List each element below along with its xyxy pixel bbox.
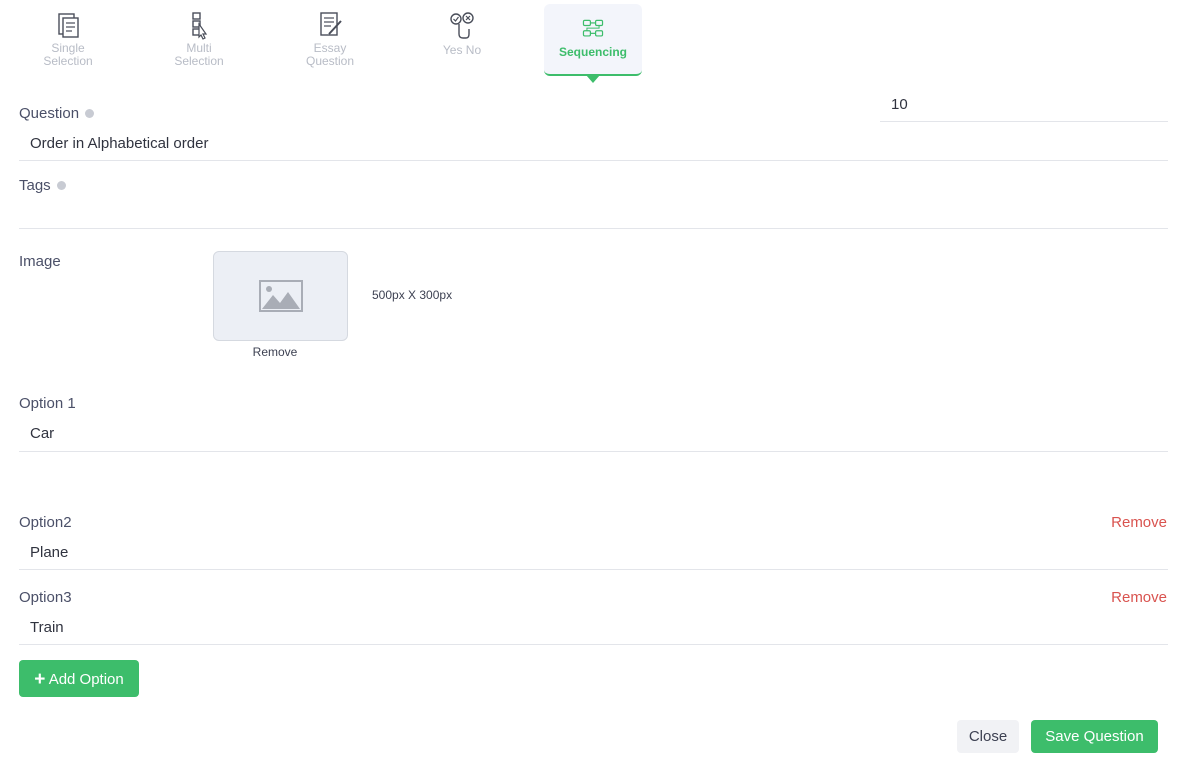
- add-option-button[interactable]: + Add Option: [19, 660, 139, 697]
- essay-document-icon: [320, 12, 342, 36]
- tab-label: Multi Selection: [174, 41, 224, 68]
- tab-label: Sequencing: [558, 45, 627, 59]
- plus-icon: +: [34, 669, 46, 690]
- yes-no-icon: [450, 12, 474, 39]
- tab-sequencing[interactable]: Sequencing: [544, 4, 642, 83]
- tab-label: Yes No: [442, 43, 482, 57]
- option-input[interactable]: Car: [19, 420, 1168, 452]
- option-label: Option2: [19, 514, 72, 531]
- tab-multi-selection[interactable]: Multi Selection: [150, 4, 248, 74]
- image-remove-link[interactable]: Remove: [213, 345, 337, 359]
- option-label: Option3: [19, 589, 72, 606]
- image-label: Image: [19, 253, 61, 270]
- tab-yes-no[interactable]: Yes No: [413, 4, 511, 74]
- multi-select-icon: [192, 12, 208, 40]
- image-placeholder-icon: [259, 280, 303, 312]
- option-input[interactable]: Plane: [19, 539, 1168, 570]
- image-upload-box[interactable]: [213, 251, 348, 341]
- close-button[interactable]: Close: [957, 720, 1019, 753]
- option-value: Plane: [30, 544, 69, 561]
- question-label: Question: [19, 105, 95, 122]
- document-checklist-icon: [58, 13, 79, 38]
- option-input[interactable]: Train: [19, 614, 1168, 645]
- option-remove-button[interactable]: Remove: [1111, 514, 1167, 531]
- option-value: Train: [30, 619, 64, 636]
- tab-label: Single Selection: [43, 41, 93, 68]
- question-value: Order in Alphabetical order: [30, 135, 209, 152]
- option-remove-button[interactable]: Remove: [1111, 589, 1167, 606]
- tags-input[interactable]: [19, 200, 1168, 229]
- question-input[interactable]: Order in Alphabetical order: [19, 130, 1168, 161]
- tab-label: Essay Question: [305, 41, 355, 68]
- points-value: 10: [891, 96, 908, 113]
- sequencing-icon: [582, 19, 604, 37]
- tags-label: Tags: [19, 177, 66, 194]
- save-question-button[interactable]: Save Question: [1031, 720, 1158, 753]
- option-label: Option 1: [19, 395, 76, 412]
- option-value: Car: [30, 425, 55, 442]
- tab-single-selection[interactable]: Single Selection: [19, 4, 117, 74]
- add-option-label: Add Option: [48, 671, 124, 688]
- tab-essay-question[interactable]: Essay Question: [281, 4, 379, 74]
- image-size-hint: 500px X 300px: [372, 288, 453, 302]
- info-icon: [56, 180, 66, 190]
- points-input[interactable]: 10: [880, 92, 1168, 122]
- info-icon: [85, 108, 95, 118]
